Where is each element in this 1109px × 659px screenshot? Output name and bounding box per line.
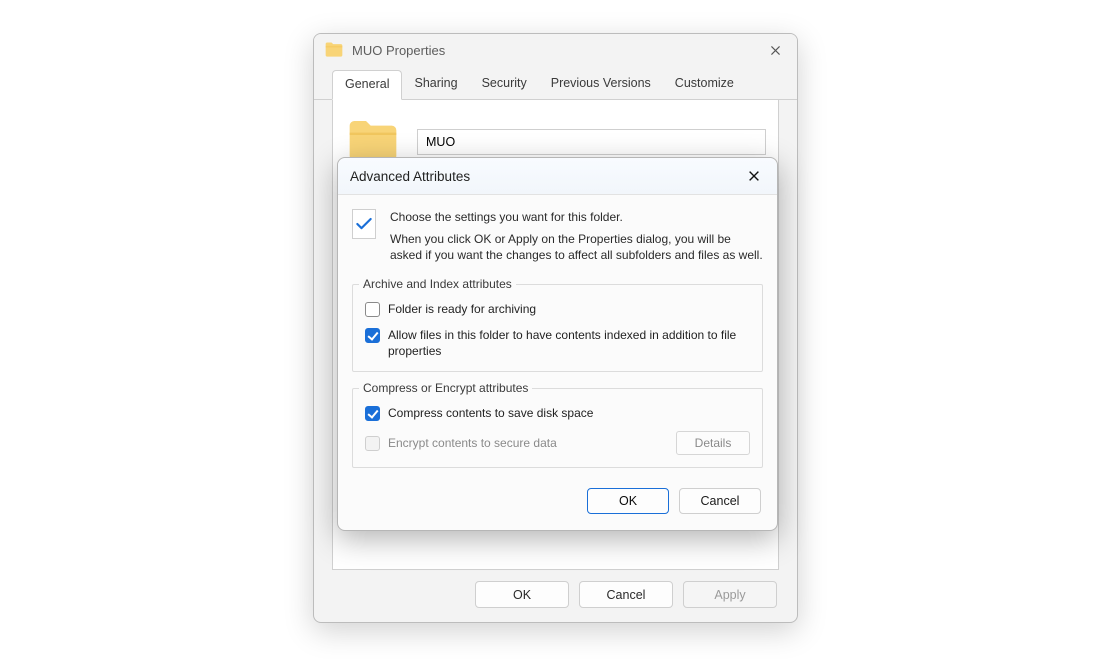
compress-checkbox[interactable] [365, 406, 380, 421]
advanced-intro-line2: When you click OK or Apply on the Proper… [390, 231, 763, 263]
tab-security[interactable]: Security [470, 70, 539, 99]
tab-previous-versions[interactable]: Previous Versions [539, 70, 663, 99]
compress-group: Compress or Encrypt attributes Compress … [352, 388, 763, 468]
folder-name-input[interactable] [417, 129, 766, 155]
archive-legend: Archive and Index attributes [359, 277, 516, 291]
indexing-checkbox[interactable] [365, 328, 380, 343]
tab-general[interactable]: General [332, 70, 402, 100]
advanced-titlebar: Advanced Attributes [338, 158, 777, 195]
folder-icon [324, 40, 344, 60]
properties-buttons: OK Cancel Apply [475, 581, 777, 608]
tab-sharing[interactable]: Sharing [402, 70, 469, 99]
advanced-close-button[interactable] [745, 167, 763, 185]
advanced-cancel-button[interactable]: Cancel [679, 488, 761, 514]
encrypt-checkbox [365, 436, 380, 451]
properties-cancel-button[interactable]: Cancel [579, 581, 673, 608]
advanced-buttons: OK Cancel [352, 484, 763, 516]
properties-tabs: General Sharing Security Previous Versio… [314, 70, 797, 100]
encrypt-label: Encrypt contents to secure data [388, 435, 557, 451]
advanced-attributes-dialog: Advanced Attributes Choose the settings … [337, 157, 778, 531]
archiving-label: Folder is ready for archiving [388, 301, 536, 317]
compress-legend: Compress or Encrypt attributes [359, 381, 532, 395]
advanced-ok-button[interactable]: OK [587, 488, 669, 514]
properties-title: MUO Properties [352, 43, 765, 58]
properties-titlebar: MUO Properties [314, 34, 797, 66]
properties-close-button[interactable] [765, 40, 785, 60]
archiving-checkbox[interactable] [365, 302, 380, 317]
advanced-body: Choose the settings you want for this fo… [338, 195, 777, 530]
indexing-label: Allow files in this folder to have conte… [388, 327, 750, 359]
advanced-title: Advanced Attributes [350, 169, 470, 184]
properties-apply-button[interactable]: Apply [683, 581, 777, 608]
advanced-intro: Choose the settings you want for this fo… [352, 209, 763, 270]
archive-group: Archive and Index attributes Folder is r… [352, 284, 763, 373]
details-button[interactable]: Details [676, 431, 750, 455]
advanced-intro-text: Choose the settings you want for this fo… [390, 209, 763, 270]
checkmark-icon [352, 209, 376, 239]
advanced-intro-line1: Choose the settings you want for this fo… [390, 209, 763, 225]
tab-customize[interactable]: Customize [663, 70, 746, 99]
compress-label: Compress contents to save disk space [388, 405, 593, 421]
properties-ok-button[interactable]: OK [475, 581, 569, 608]
